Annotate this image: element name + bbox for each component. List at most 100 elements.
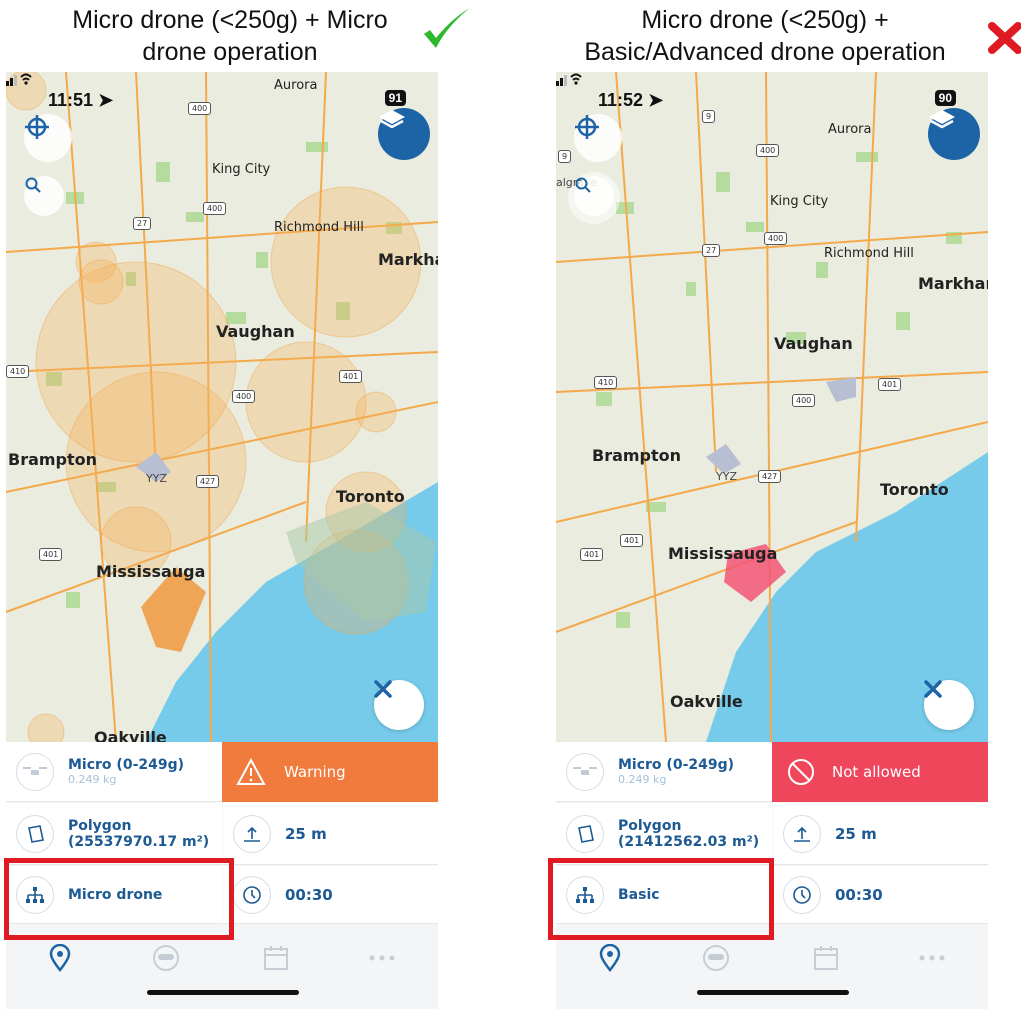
map-label-markham: Markham [918, 274, 988, 293]
cross-icon [988, 22, 1021, 54]
close-button[interactable] [924, 680, 974, 730]
search-icon [25, 177, 41, 193]
altitude-icon [233, 814, 271, 853]
tab-more[interactable] [362, 938, 402, 978]
road-shield: 400 [203, 202, 227, 215]
signal-wifi-icon [6, 73, 32, 86]
location-arrow-icon: ➤ [98, 90, 114, 110]
drone-class-cell[interactable]: Micro (0-249g) 0.249 kg [556, 742, 772, 802]
area-cell[interactable]: Polygon (21412562.03 m²) [556, 803, 772, 865]
clock-icon [233, 875, 271, 914]
highlight-box-basic [548, 858, 774, 940]
area-value: (21412562.03 m²) [618, 833, 760, 850]
drone-class-title: Micro (0-249g) [68, 757, 185, 773]
drone-weight: 0.249 kg [68, 773, 117, 786]
road-shield: 9 [558, 150, 572, 163]
signal-wifi-icon [556, 73, 582, 86]
polygon-icon [566, 814, 604, 853]
highlight-box-micro [4, 858, 234, 940]
road-shield: 401 [39, 548, 63, 561]
map-pin-icon [49, 944, 71, 972]
airport-label: YYZ [146, 472, 167, 485]
duration-value: 00:30 [835, 885, 883, 904]
tab-more[interactable] [912, 938, 952, 978]
road-shield: 401 [339, 370, 363, 383]
layers-icon [929, 110, 955, 129]
altitude-value: 25 m [285, 824, 327, 843]
caption-micro-operation: Micro drone (<250g) + Micro drone operat… [72, 6, 388, 66]
map-label-mississauga: Mississauga [96, 562, 206, 581]
map-label-toronto: Toronto [880, 480, 949, 499]
tab-pilot[interactable] [146, 938, 186, 978]
crosshair-icon [25, 115, 49, 139]
home-indicator [697, 990, 849, 995]
tab-map[interactable] [590, 938, 630, 978]
map-label-king-city: King City [212, 162, 271, 177]
road-shield: 400 [756, 144, 780, 157]
status-warning-cell[interactable]: Warning [222, 742, 438, 802]
close-button[interactable] [374, 680, 424, 730]
tab-map[interactable] [40, 938, 80, 978]
search-button[interactable] [24, 176, 64, 216]
road-shield: 427 [196, 475, 220, 488]
status-not-allowed-cell[interactable]: Not allowed [772, 742, 988, 802]
road-shield: 427 [758, 470, 782, 483]
area-cell[interactable]: Polygon (25537970.17 m²) [6, 803, 222, 865]
search-button[interactable] [574, 176, 614, 216]
search-icon [575, 177, 591, 193]
tab-pilot[interactable] [696, 938, 736, 978]
home-indicator [147, 990, 299, 995]
map-label-brampton: Brampton [8, 450, 98, 469]
map-pin-icon [599, 944, 621, 972]
status-label: Warning [284, 763, 346, 781]
drone-class-cell[interactable]: Micro (0-249g) 0.249 kg [6, 742, 222, 802]
tab-calendar[interactable] [256, 938, 296, 978]
duration-cell[interactable]: 00:30 [773, 866, 988, 924]
map-label-mississauga: Mississauga [668, 544, 778, 563]
road-shield: 400 [792, 394, 816, 407]
prohibited-icon [788, 759, 814, 785]
layers-icon [379, 110, 405, 129]
warning-icon [236, 758, 266, 785]
map-label-aurora: Aurora [274, 78, 318, 93]
map-label-vaughan: Vaughan [774, 334, 853, 353]
road-shield: 400 [188, 102, 212, 115]
locate-button[interactable] [24, 114, 72, 162]
area-title: Polygon [68, 817, 132, 834]
drone-weight: 0.249 kg [618, 773, 667, 786]
road-shield: 410 [6, 365, 30, 378]
map-label-markham: Markha [378, 250, 438, 269]
pilot-icon [153, 945, 179, 971]
area-value: (25537970.17 m²) [68, 833, 210, 850]
status-time: 11:52 ➤ [598, 90, 664, 110]
more-icon [919, 955, 945, 961]
locate-button[interactable] [574, 114, 622, 162]
road-shield: 400 [764, 232, 788, 245]
more-icon [369, 955, 395, 961]
map-view[interactable]: Aurora King City Richmond Hill Markha Va… [6, 72, 438, 747]
duration-cell[interactable]: 00:30 [223, 866, 438, 924]
pilot-icon [703, 945, 729, 971]
crosshair-icon [575, 115, 599, 139]
airport-label: YYZ [716, 470, 737, 483]
area-title: Polygon [618, 817, 682, 834]
map-label-richmond-hill: Richmond Hill [274, 220, 364, 235]
altitude-value: 25 m [835, 824, 877, 843]
check-icon [424, 8, 470, 48]
altitude-cell[interactable]: 25 m [223, 803, 438, 865]
map-label-toronto: Toronto [336, 487, 405, 506]
layers-button[interactable] [378, 108, 430, 160]
road-shield: 401 [580, 548, 604, 561]
status-time: 11:51 ➤ [48, 90, 114, 110]
clock-icon [783, 875, 821, 914]
tab-calendar[interactable] [806, 938, 846, 978]
battery-level: 91 [384, 90, 406, 106]
layers-button[interactable] [928, 108, 980, 160]
status-label: Not allowed [832, 763, 921, 781]
calendar-icon [264, 946, 288, 970]
close-icon [924, 680, 942, 698]
altitude-cell[interactable]: 25 m [773, 803, 988, 865]
map-label-king-city: King City [770, 194, 829, 209]
drone-icon [16, 752, 54, 791]
map-view[interactable]: Aurora algrave King City Richmond Hill M… [556, 72, 988, 742]
